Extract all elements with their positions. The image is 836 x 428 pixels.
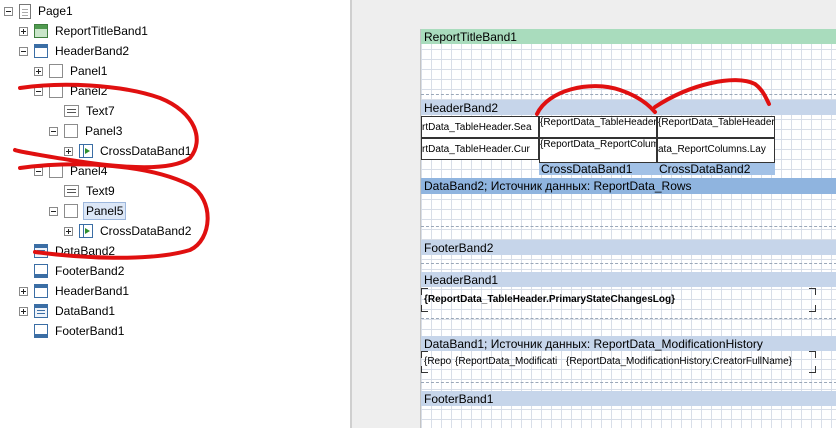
collapse-icon[interactable] [34,166,43,176]
tree-item-panel3[interactable]: Panel3 [49,121,124,141]
tree-item-label: CrossDataBand2 [100,224,192,238]
tree-item-panel1[interactable]: Panel1 [34,61,109,81]
tree-item-label: Text7 [86,104,115,118]
tree-item-footerband1[interactable]: FooterBand1 [19,321,126,341]
panel-icon [64,124,78,138]
tree-item-panel2[interactable]: Panel2 [34,81,109,101]
tree-item-label: ReportTitleBand1 [55,24,148,38]
band-header-footerband1[interactable]: FooterBand1 [421,391,836,406]
collapse-icon[interactable] [34,86,43,96]
panel-icon [64,204,78,218]
tree-item-page1[interactable]: Page1 [4,1,75,21]
expand-icon[interactable] [19,306,28,316]
band-bottom-line [421,263,836,264]
tree-item-panel5[interactable]: Panel5 [49,201,127,221]
report-page[interactable]: ReportTitleBand1 HeaderBand2 rtData_Tabl… [420,29,836,428]
selection-corner [809,305,816,312]
tree-item-text9[interactable]: Text9 [49,181,117,201]
band-header-footerband2[interactable]: FooterBand2 [421,240,836,255]
field-first-year-title[interactable]: {ReportData_TableHeader.FirstYearTitle} [539,116,657,138]
tree-item-label: Panel3 [85,124,123,138]
field-second-year-title[interactable]: {ReportData_TableHeader.SecondYearTitle} [657,116,775,138]
field-history-creator[interactable]: {ReportData_ModificationHistory.CreatorF… [563,352,815,372]
expand-icon[interactable] [19,26,28,36]
cross-band-icon [79,224,93,238]
band-bottom-line [421,226,836,227]
collapse-icon[interactable] [49,126,58,136]
footer-band-icon [34,264,48,278]
panel-icon [49,164,63,178]
band-header-headerband2[interactable]: HeaderBand2 [421,100,836,115]
footer-band-icon [34,324,48,338]
tree-item-label: CrossDataBand1 [100,144,192,158]
tree-item-databand1[interactable]: DataBand1 [19,301,117,321]
field-history-modification[interactable]: {ReportData_Modificati [453,352,563,372]
header-band-icon [34,44,48,58]
selection-corner [421,288,428,295]
field-report-columns-layer-2[interactable]: ata_ReportColumns.Lay [657,138,775,163]
field-report-columns-layer[interactable]: {ReportData_ReportColumns.LayerName} [539,138,657,163]
field-tableheader-sea[interactable]: rtData_TableHeader.Sea [421,116,539,138]
tree-item-label: DataBand2 [55,244,116,258]
tree-item-label: DataBand1 [55,304,116,318]
report-tree: Page1 ReportTitleBand1 HeaderBand2 Panel… [0,0,350,428]
selection-corner [809,288,816,295]
panel-icon [49,64,63,78]
band-bottom-line [421,318,836,319]
tree-item-headerband1[interactable]: HeaderBand1 [19,281,131,301]
panel-icon [49,84,63,98]
cross-data-band-2-label[interactable]: CrossDataBand2 [657,163,775,175]
design-canvas: ReportTitleBand1 HeaderBand2 rtData_Tabl… [352,0,836,428]
tree-item-label: HeaderBand1 [55,284,130,298]
tree-item-label: Panel2 [70,84,108,98]
cross-data-band-1-label[interactable]: CrossDataBand1 [539,163,657,175]
collapse-icon[interactable] [19,46,28,56]
selection-corner [809,351,816,358]
tree-item-text7[interactable]: Text7 [49,101,117,121]
selection-corner [421,351,428,358]
tree-item-footerband2[interactable]: FooterBand2 [19,261,126,281]
band-header-reporttitle[interactable]: ReportTitleBand1 [421,29,836,44]
selection-corner [421,366,428,373]
tree-item-label: Text9 [86,184,115,198]
data-band-icon [34,244,48,258]
collapse-icon[interactable] [49,206,58,216]
text-icon [64,185,79,197]
tree-item-panel4[interactable]: Panel4 [34,161,109,181]
selection-corner [809,366,816,373]
tree-item-crossdataband2[interactable]: CrossDataBand2 [64,221,193,241]
title-band-icon [34,24,48,38]
band-bottom-line [421,382,836,383]
band-header-databand2[interactable]: DataBand2; Источник данных: ReportData_R… [421,178,836,194]
tree-item-label: Panel4 [70,164,108,178]
tree-item-label: FooterBand1 [55,324,125,338]
tree-item-label: Page1 [38,4,73,18]
selection-corner [421,305,428,312]
expand-icon[interactable] [64,146,73,156]
field-tableheader-cur[interactable]: rtData_TableHeader.Cur [421,138,539,160]
tree-item-headerband2[interactable]: HeaderBand2 [19,41,131,61]
band-bottom-line [421,94,836,95]
header-band-icon [34,284,48,298]
tree-item-label: Panel5 [83,202,127,220]
page-icon [19,3,31,19]
tree-item-crossdataband1[interactable]: CrossDataBand1 [64,141,193,161]
expand-icon[interactable] [19,286,28,296]
expand-icon[interactable] [34,66,43,76]
tree-item-label: HeaderBand2 [55,44,130,58]
text-icon [64,105,79,117]
band-header-databand1[interactable]: DataBand1; Источник данных: ReportData_M… [421,336,836,351]
cross-band-icon [79,144,93,158]
expand-icon[interactable] [64,226,73,236]
tree-item-label: Panel1 [70,64,108,78]
collapse-icon[interactable] [4,6,13,16]
tree-item-databand2[interactable]: DataBand2 [19,241,117,261]
band-header-headerband1[interactable]: HeaderBand1 [421,272,836,287]
tree-item-label: FooterBand2 [55,264,125,278]
field-primary-state-changes-log[interactable]: {ReportData_TableHeader.PrimaryStateChan… [421,289,815,311]
data-band-icon [34,304,48,318]
tree-item-reporttitleband1[interactable]: ReportTitleBand1 [19,21,150,41]
